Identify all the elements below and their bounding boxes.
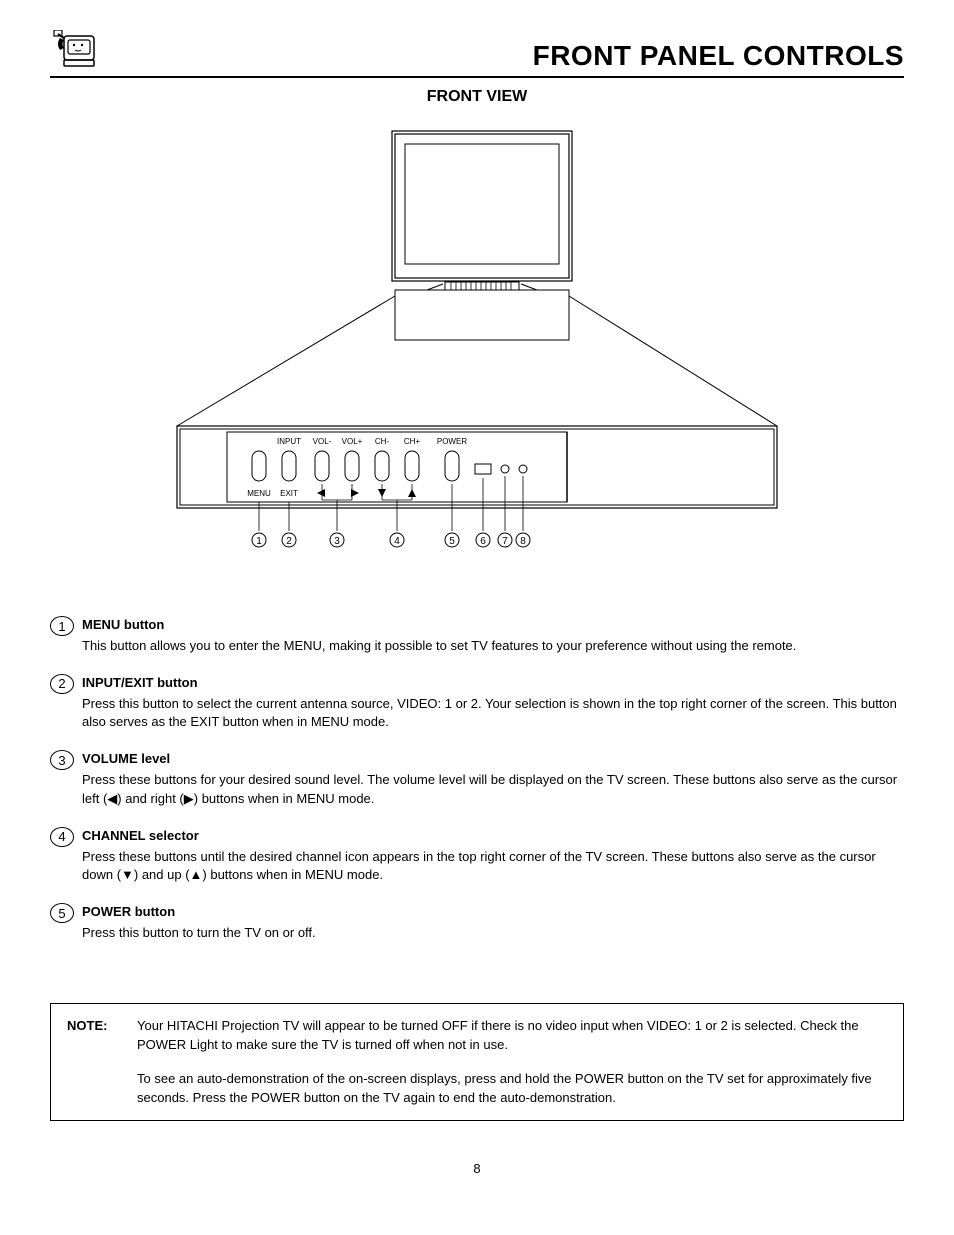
note-text: Your HITACHI Projection TV will appear t… xyxy=(137,1016,887,1108)
item-number: 4 xyxy=(50,827,74,847)
page: FRONT PANEL CONTROLS FRONT VIEW xyxy=(0,0,954,1216)
label-input: INPUT xyxy=(277,437,301,446)
header: FRONT PANEL CONTROLS xyxy=(50,30,904,78)
item-volume-level: 3 VOLUME level Press these buttons for y… xyxy=(50,750,904,809)
item-menu-button: 1 MENU button This button allows you to … xyxy=(50,616,904,656)
svg-text:1: 1 xyxy=(256,536,262,547)
item-number: 2 xyxy=(50,674,74,694)
label-power: POWER xyxy=(437,437,467,446)
item-input-exit-button: 2 INPUT/EXIT button Press this button to… xyxy=(50,674,904,733)
arrow-left-icon xyxy=(317,489,325,497)
item-title: CHANNEL selector xyxy=(82,827,904,846)
item-number: 5 xyxy=(50,903,74,923)
label-ch-plus: CH+ xyxy=(404,437,421,446)
note-label: NOTE: xyxy=(67,1016,137,1108)
svg-text:5: 5 xyxy=(449,536,455,547)
page-title: FRONT PANEL CONTROLS xyxy=(533,40,904,72)
page-number: 8 xyxy=(50,1161,904,1176)
label-ch-minus: CH- xyxy=(375,437,390,446)
label-menu: MENU xyxy=(247,489,271,498)
item-title: MENU button xyxy=(82,616,904,635)
svg-text:7: 7 xyxy=(502,536,508,547)
svg-text:3: 3 xyxy=(334,536,340,547)
control-descriptions: 1 MENU button This button allows you to … xyxy=(50,616,904,943)
item-desc: This button allows you to enter the MENU… xyxy=(82,637,904,656)
item-channel-selector: 4 CHANNEL selector Press these buttons u… xyxy=(50,827,904,886)
label-vol-minus: VOL- xyxy=(313,437,332,446)
item-desc: Press these buttons until the desired ch… xyxy=(82,848,904,886)
note-para-1: Your HITACHI Projection TV will appear t… xyxy=(137,1016,887,1055)
item-number: 1 xyxy=(50,616,74,636)
item-desc: Press this button to turn the TV on or o… xyxy=(82,924,904,943)
svg-text:4: 4 xyxy=(394,536,400,547)
svg-text:8: 8 xyxy=(520,536,526,547)
label-exit: EXIT xyxy=(280,489,298,498)
item-title: POWER button xyxy=(82,903,904,922)
item-power-button: 5 POWER button Press this button to turn… xyxy=(50,903,904,943)
subtitle: FRONT VIEW xyxy=(50,88,904,106)
item-number: 3 xyxy=(50,750,74,770)
item-title: VOLUME level xyxy=(82,750,904,769)
svg-text:6: 6 xyxy=(480,536,486,547)
note-box: NOTE: Your HITACHI Projection TV will ap… xyxy=(50,1003,904,1121)
front-view-diagram: INPUT VOL- VOL+ CH- CH+ POWER MENU xyxy=(50,126,904,556)
item-desc: Press this button to select the current … xyxy=(82,695,904,733)
tv-mascot-icon xyxy=(50,30,100,72)
note-para-2: To see an auto-demonstration of the on-s… xyxy=(137,1069,887,1108)
svg-text:2: 2 xyxy=(286,536,292,547)
item-title: INPUT/EXIT button xyxy=(82,674,904,693)
label-vol-plus: VOL+ xyxy=(342,437,363,446)
item-desc: Press these buttons for your desired sou… xyxy=(82,771,904,809)
